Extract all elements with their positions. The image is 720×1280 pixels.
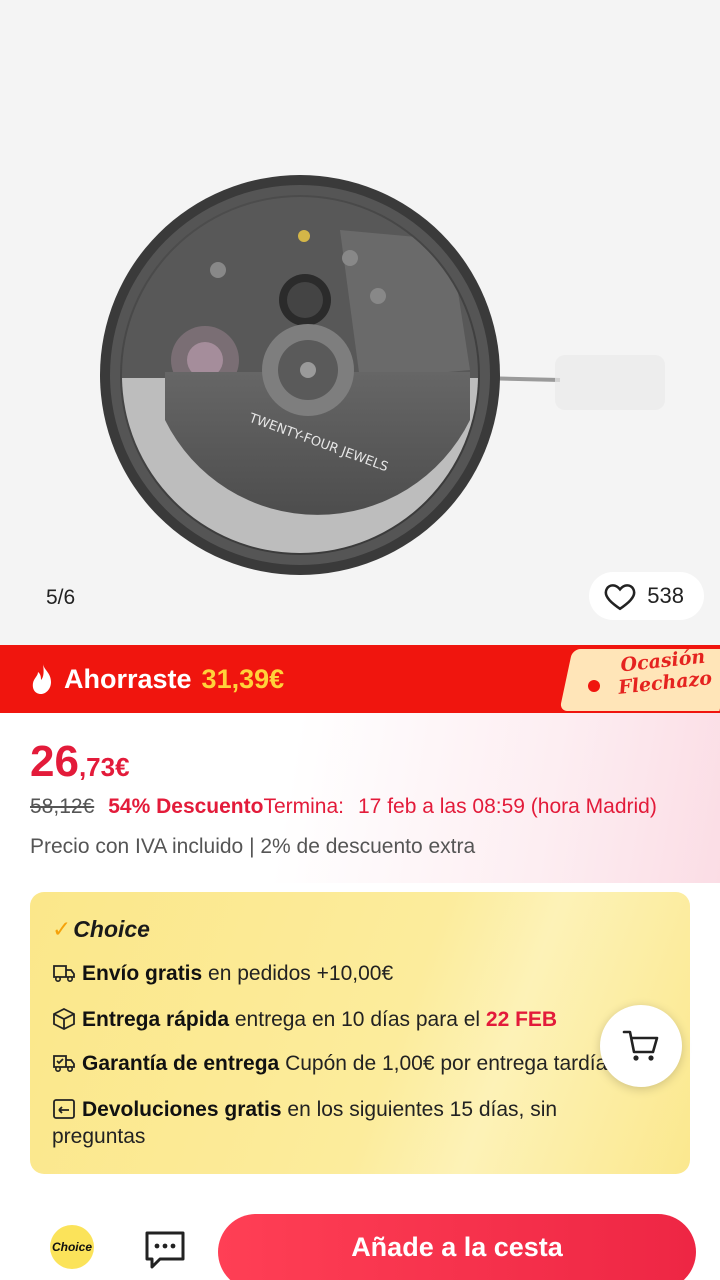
discount-row: 58,12€ 54% DescuentoTermina: 17 feb a las …: [30, 795, 657, 819]
add-to-cart-button[interactable]: Añade a la cesta: [218, 1214, 696, 1280]
choice-title: ✓Choice: [52, 916, 150, 942]
price-integer: 26: [30, 737, 79, 786]
deal-ends-time: 17 feb a las 08:59 (hora Madrid): [358, 795, 657, 818]
product-image-gallery[interactable]: TWENTY-FOUR JEWELS 5/6 538: [0, 0, 720, 645]
price-section: 26,73€ 58,12€ 54% DescuentoTermina: 17 feb…: [0, 713, 720, 883]
floating-cart-button[interactable]: [600, 1005, 682, 1087]
return-icon: [53, 1099, 75, 1119]
vat-note: Precio con IVA incluido | 2% de descuent…: [30, 835, 476, 858]
deal-ends-label: Termina:: [263, 795, 344, 818]
image-counter: 5/6: [18, 576, 108, 620]
benefit-free-shipping: Envío gratis en pedidos +10,00€: [52, 962, 652, 986]
current-price: 26,73€: [30, 737, 130, 787]
wishlist-button[interactable]: 538: [589, 572, 704, 620]
discount-percent: 54% Descuento: [108, 795, 264, 818]
product-page: TWENTY-FOUR JEWELS 5/6 538 Ahorraste 31,…: [0, 0, 720, 1280]
heart-icon: [604, 584, 636, 611]
delivery-guarantee-icon: [53, 1055, 75, 1073]
benefit-free-returns: Devoluciones gratis en los siguientes 15…: [52, 1098, 558, 1148]
benefit-delivery-guarantee: Garantía de entrega Cupón de 1,00€ por e…: [52, 1052, 652, 1076]
chat-icon[interactable]: [144, 1230, 186, 1270]
product-image-watch-movement: TWENTY-FOUR JEWELS: [100, 175, 665, 575]
likes-count: 538: [647, 583, 684, 608]
price-decimal: ,73€: [78, 752, 130, 782]
promo-tag-dot: [588, 680, 600, 692]
savings-label: Ahorraste: [64, 663, 192, 694]
checkmark-icon: ✓: [52, 916, 72, 942]
bottom-action-bar: Choice Añade a la cesta: [0, 1190, 720, 1280]
original-price: 58,12€: [30, 795, 95, 818]
benefit-fast-delivery: Entrega rápida entrega en 10 días para e…: [52, 1008, 652, 1032]
flame-icon: [30, 663, 54, 695]
savings-amount: 31,39€: [201, 663, 285, 694]
box-icon: [53, 1008, 75, 1030]
choice-benefits-card[interactable]: ✓Choice Envío gratis en pedidos +10,00€ …: [30, 892, 690, 1174]
cart-icon: [622, 1030, 659, 1061]
truck-icon: [53, 965, 75, 983]
choice-store-button[interactable]: Choice: [50, 1225, 94, 1269]
